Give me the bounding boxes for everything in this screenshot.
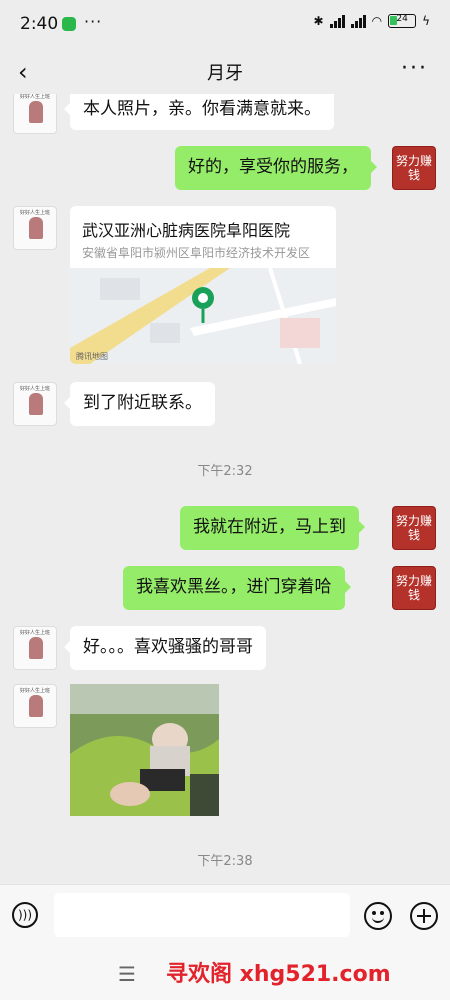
contact-avatar[interactable]: 好好人生上班 [13, 94, 57, 134]
notification-dots-icon: ··· [84, 12, 103, 31]
message-list[interactable]: 好好人生上班 本人照片，亲。你看满意就来。 好的，享受你的服务， 努力赚钱 好好… [0, 94, 450, 884]
self-avatar[interactable]: 努力赚钱 [392, 506, 436, 550]
system-nav-bar: ☰ 寻欢阁 xhg521.com [0, 944, 450, 1000]
chat-header: ‹ 月牙 ··· [0, 48, 450, 94]
wifi-icon: ◠ [371, 14, 383, 28]
message-timestamp: 下午2:38 [197, 854, 253, 869]
plus-icon[interactable] [410, 902, 438, 930]
location-map: 腾讯地图 [70, 267, 336, 364]
signal-icon [350, 14, 366, 28]
charging-icon: ϟ [422, 14, 430, 28]
message-timestamp: 下午2:32 [197, 464, 253, 479]
message-bubble-incoming[interactable]: 好。。。喜欢骚骚的哥哥 [64, 626, 266, 670]
location-name: 武汉亚洲心脏病医院阜阳医院 [82, 221, 291, 240]
contact-avatar[interactable]: 好好人生上班 [13, 206, 57, 250]
voice-icon[interactable]: ))) [12, 902, 38, 928]
contact-avatar[interactable]: 好好人生上班 [13, 684, 57, 728]
emoji-icon[interactable] [364, 902, 392, 930]
photo-thumbnail [70, 684, 219, 816]
menu-icon[interactable]: ☰ [118, 962, 136, 986]
battery-icon: 24 [388, 14, 417, 28]
message-bubble-outgoing[interactable]: 我喜欢黑丝。，进门穿着哈 [123, 566, 350, 610]
signal-icon [329, 14, 345, 28]
status-indicators: ✱ ◠ 24 ϟ [314, 14, 430, 28]
image-message[interactable] [70, 684, 219, 816]
chat-title: 月牙 [207, 63, 243, 84]
contact-avatar[interactable]: 好好人生上班 [13, 626, 57, 670]
map-credit: 腾讯地图 [76, 352, 108, 361]
wechat-icon [62, 17, 76, 31]
bluetooth-icon: ✱ [313, 14, 324, 28]
input-bar: ))) [0, 884, 450, 945]
message-bubble-outgoing[interactable]: 好的，享受你的服务， [175, 146, 377, 190]
contact-avatar[interactable]: 好好人生上班 [13, 382, 57, 426]
more-icon[interactable]: ··· [401, 56, 428, 81]
self-avatar[interactable]: 努力赚钱 [392, 146, 436, 190]
battery-level: 24 [396, 14, 408, 24]
location-card[interactable]: 武汉亚洲心脏病医院阜阳医院 安徽省阜阳市颍州区阜阳市经济技术开发区 腾讯地图 [70, 206, 336, 364]
message-bubble-incoming[interactable]: 到了附近联系。 [64, 382, 215, 426]
location-address: 安徽省阜阳市颍州区阜阳市经济技术开发区 [82, 246, 311, 260]
status-time: 2:40 [20, 14, 59, 34]
status-bar: 2:40 ··· ✱ ◠ 24 ϟ [0, 0, 450, 48]
self-avatar[interactable]: 努力赚钱 [392, 566, 436, 610]
message-input[interactable] [54, 893, 350, 937]
watermark-text: 寻欢阁 xhg521.com [166, 962, 391, 987]
message-bubble-incoming[interactable]: 本人照片，亲。你看满意就来。 [64, 94, 334, 130]
map-graphic [70, 267, 336, 364]
message-bubble-outgoing[interactable]: 我就在附近，马上到 [180, 506, 365, 550]
